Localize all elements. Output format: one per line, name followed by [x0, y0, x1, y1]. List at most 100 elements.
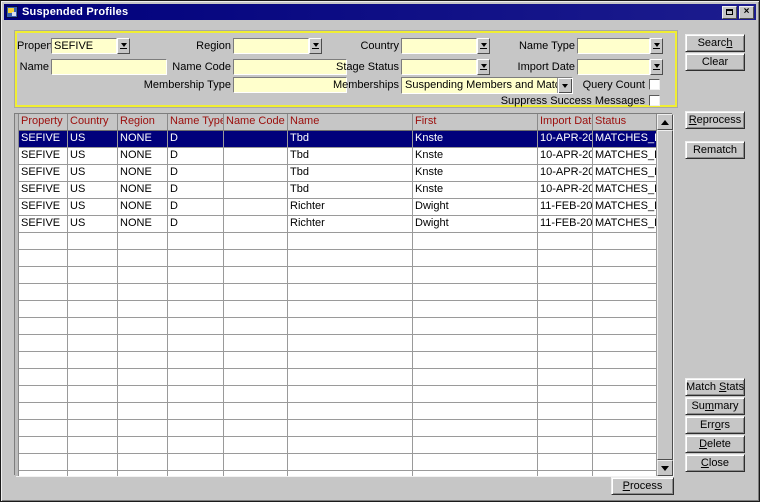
table-row[interactable] — [19, 420, 657, 437]
table-row[interactable] — [19, 437, 657, 454]
table-cell — [288, 437, 413, 454]
table-row[interactable] — [19, 335, 657, 352]
maximize-button[interactable] — [722, 6, 737, 19]
summary-button[interactable]: Summary — [685, 397, 745, 415]
table-cell — [224, 148, 288, 165]
table-row[interactable] — [19, 471, 657, 476]
rematch-button[interactable]: Rematch — [685, 141, 745, 159]
table-cell — [19, 403, 68, 420]
delete-button[interactable]: Delete — [685, 435, 745, 453]
table-row[interactable] — [19, 250, 657, 267]
table-cell — [68, 335, 118, 352]
table-row[interactable] — [19, 284, 657, 301]
property-lov-button[interactable] — [117, 38, 130, 54]
table-row[interactable] — [19, 301, 657, 318]
table-cell — [538, 454, 593, 471]
table-cell: SEFIVE — [19, 199, 68, 216]
table-cell — [538, 420, 593, 437]
table-row[interactable]: SEFIVEUSNONEDRichterDwight11-FEB-2013MAT… — [19, 199, 657, 216]
table-row[interactable]: SEFIVEUSNONEDTbdKnste10-APR-2013MATCHES_… — [19, 148, 657, 165]
table-cell: SEFIVE — [19, 165, 68, 182]
clear-button[interactable]: Clear — [685, 53, 745, 71]
column-header: Name Code — [224, 114, 288, 131]
table-row[interactable] — [19, 403, 657, 420]
suppress-success-messages-checkbox[interactable] — [649, 95, 660, 106]
table-cell — [593, 471, 657, 476]
table-cell — [224, 199, 288, 216]
table-cell: D — [168, 165, 224, 182]
name-type-label: Name Type — [497, 40, 575, 54]
table-row[interactable]: SEFIVEUSNONEDTbdKnste10-APR-2013MATCHES_… — [19, 182, 657, 199]
table-cell — [224, 284, 288, 301]
name-type-lov-button[interactable] — [650, 38, 663, 54]
scrollbar-thumb[interactable] — [657, 130, 673, 460]
region-field[interactable] — [233, 38, 309, 54]
table-cell — [68, 454, 118, 471]
errors-button[interactable]: Errors — [685, 416, 745, 434]
table-cell: Tbd — [288, 131, 413, 148]
table-cell — [593, 386, 657, 403]
table-row[interactable] — [19, 352, 657, 369]
table-cell — [224, 403, 288, 420]
table-row[interactable]: SEFIVEUSNONEDTbdKnste10-APR-2013MATCHES_… — [19, 131, 657, 148]
table-cell — [19, 454, 68, 471]
memberships-selected-value: Suspending Members and Matchin... — [402, 78, 557, 93]
country-lov-button[interactable] — [477, 38, 490, 54]
table-cell — [19, 420, 68, 437]
table-cell — [224, 454, 288, 471]
table-row[interactable] — [19, 386, 657, 403]
import-date-lov-button[interactable] — [650, 59, 663, 75]
table-cell — [288, 301, 413, 318]
table-cell: NONE — [118, 182, 168, 199]
table-cell: MATCHES_FOUND — [593, 148, 657, 165]
table-row[interactable]: SEFIVEUSNONEDRichterDwight11-FEB-2013MAT… — [19, 216, 657, 233]
table-row[interactable] — [19, 318, 657, 335]
property-field[interactable] — [51, 38, 117, 54]
reprocess-button[interactable]: Reprocess — [685, 111, 745, 129]
table-cell — [288, 250, 413, 267]
table-cell — [593, 250, 657, 267]
table-row[interactable]: SEFIVEUSNONEDTbdKnste10-APR-2013MATCHES_… — [19, 165, 657, 182]
stage-status-lov-button[interactable] — [477, 59, 490, 75]
table-row[interactable] — [19, 369, 657, 386]
table-cell — [118, 301, 168, 318]
memberships-select[interactable]: Suspending Members and Matchin... — [401, 77, 573, 94]
table-cell — [593, 301, 657, 318]
table-cell: US — [68, 165, 118, 182]
close-button[interactable]: Close — [685, 454, 745, 472]
region-lov-button[interactable] — [309, 38, 322, 54]
table-cell — [413, 301, 538, 318]
search-button[interactable]: Search — [685, 34, 745, 52]
match-stats-button[interactable]: Match Stats — [685, 378, 745, 396]
table-row[interactable] — [19, 233, 657, 250]
table-row[interactable] — [19, 454, 657, 471]
name-type-field[interactable] — [577, 38, 650, 54]
scroll-up-button[interactable] — [657, 114, 673, 130]
table-cell: Knste — [413, 131, 538, 148]
table-cell: 11-FEB-2013 — [538, 216, 593, 233]
window-titlebar[interactable]: Suspended Profiles × — [4, 4, 756, 20]
table-cell — [168, 471, 224, 476]
query-count-label: Query Count — [565, 79, 645, 93]
process-button[interactable]: Process — [611, 477, 674, 495]
table-cell — [68, 233, 118, 250]
table-row[interactable] — [19, 267, 657, 284]
scroll-down-button[interactable] — [657, 460, 673, 476]
table-cell: MATCHES_FOUND — [593, 199, 657, 216]
table-cell — [68, 386, 118, 403]
table-cell — [224, 420, 288, 437]
vertical-scrollbar[interactable] — [657, 114, 673, 476]
table-cell — [413, 420, 538, 437]
table-cell — [593, 284, 657, 301]
stage-status-field[interactable] — [401, 59, 477, 75]
table-header-row: PropertyCountryRegionName TypeName CodeN… — [19, 114, 657, 131]
table-cell — [118, 318, 168, 335]
country-field[interactable] — [401, 38, 477, 54]
maximize-icon — [726, 9, 733, 15]
close-window-button[interactable]: × — [739, 6, 754, 19]
table-cell: NONE — [118, 199, 168, 216]
app-icon — [6, 6, 18, 18]
import-date-field[interactable] — [577, 59, 650, 75]
query-count-checkbox[interactable] — [649, 79, 660, 90]
name-field[interactable] — [51, 59, 167, 75]
